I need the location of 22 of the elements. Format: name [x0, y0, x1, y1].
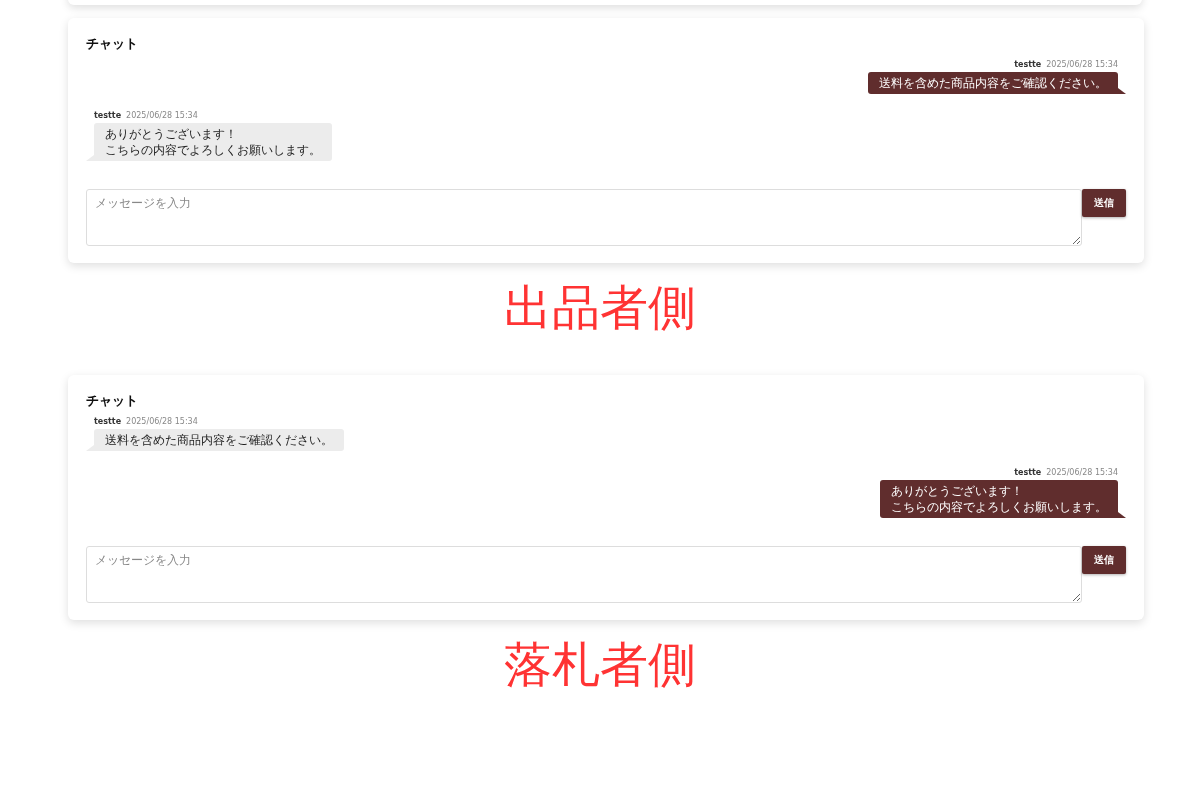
message-time: 2025/06/28 15:34: [126, 111, 198, 120]
message-text: こちらの内容でよろしくお願いします。: [105, 142, 321, 158]
user-name: testte: [94, 417, 122, 426]
caption: 出品者側: [503, 278, 697, 337]
message-time: 2025/06/28 15:34: [1046, 60, 1118, 69]
message-text: 送料を含めた商品内容をご確認ください。: [879, 75, 1107, 91]
send-button[interactable]: 送信: [1082, 546, 1126, 574]
chat-title: チャット: [86, 392, 139, 410]
message-time: 2025/06/28 15:34: [1046, 468, 1118, 477]
send-button[interactable]: 送信: [1082, 189, 1126, 217]
user-name: testte: [1014, 60, 1042, 69]
message-text: 送料を含めた商品内容をご確認ください。: [105, 432, 333, 448]
user-name: testte: [94, 111, 122, 120]
message-text: ありがとうございます！: [105, 126, 238, 142]
message-input[interactable]: メッセージを入力: [86, 189, 1082, 246]
message-input[interactable]: メッセージを入力: [86, 546, 1082, 603]
user-name: testte: [1014, 468, 1042, 477]
message-text: ありがとうございます！: [891, 483, 1024, 499]
message-time: 2025/06/28 15:34: [126, 417, 198, 426]
message-text: こちらの内容でよろしくお願いします。: [891, 499, 1107, 515]
caption: 落札者側: [503, 635, 697, 694]
chat-title: チャット: [86, 35, 139, 53]
